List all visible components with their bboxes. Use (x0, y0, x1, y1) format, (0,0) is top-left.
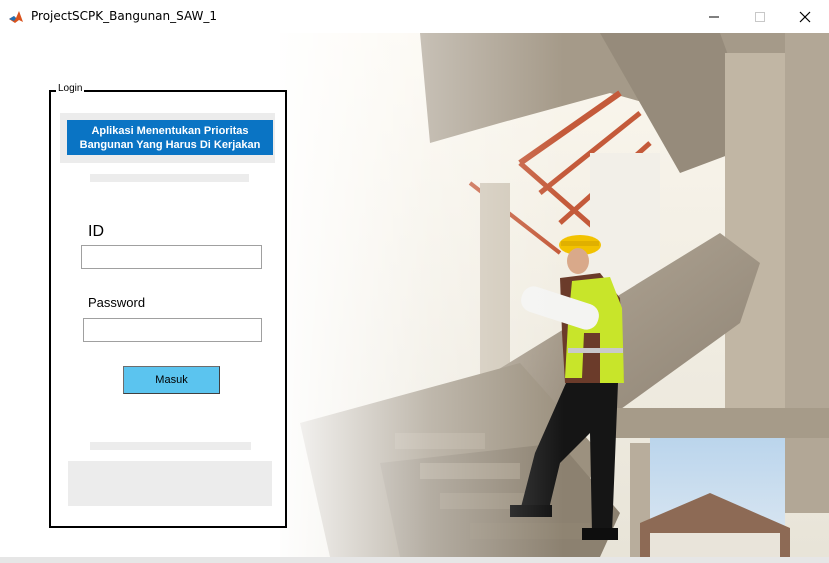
login-legend: Login (56, 83, 85, 94)
header-box: Aplikasi Menentukan Prioritas Bangunan Y… (60, 113, 275, 163)
close-icon (799, 11, 811, 22)
id-label: ID (88, 223, 104, 240)
maximize-button[interactable] (737, 0, 783, 33)
minimize-button[interactable] (691, 0, 737, 33)
login-panel: Login Aplikasi Menentukan Prioritas Bang… (49, 83, 287, 528)
divider-bar-top (90, 174, 249, 182)
matlab-icon (8, 9, 24, 25)
title-bar[interactable]: ProjectSCPK_Bangunan_SAW_1 (0, 0, 829, 33)
window-bottom-edge (0, 557, 829, 563)
footer-box (68, 461, 272, 506)
figure-canvas: Login Aplikasi Menentukan Prioritas Bang… (0, 33, 829, 557)
maximize-icon (755, 11, 765, 22)
password-label: Password (88, 295, 146, 310)
id-field[interactable] (81, 245, 262, 269)
divider-bar-bottom (90, 442, 251, 450)
app-title: Aplikasi Menentukan Prioritas Bangunan Y… (67, 120, 273, 155)
window-title: ProjectSCPK_Bangunan_SAW_1 (31, 9, 218, 23)
close-button[interactable] (782, 0, 828, 33)
minimize-icon (709, 16, 719, 17)
password-field[interactable] (83, 318, 262, 342)
masuk-button[interactable]: Masuk (123, 366, 220, 394)
